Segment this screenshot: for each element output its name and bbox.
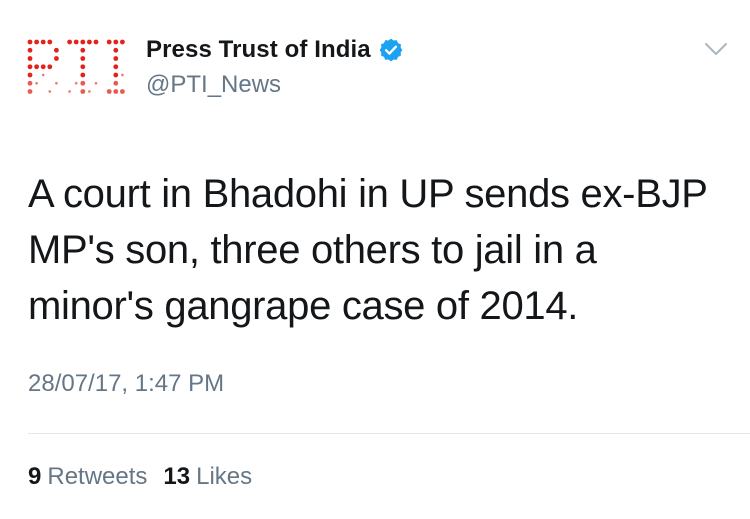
logo-dot (34, 64, 39, 70)
logo-dot (34, 39, 39, 45)
logo-dot (27, 89, 33, 94)
logo-dot (73, 39, 79, 45)
logo-dot (27, 39, 33, 45)
logo-dot (106, 89, 112, 94)
logo-dot (54, 56, 59, 61)
verified-badge-icon (379, 38, 403, 62)
likes-label[interactable]: Likes (196, 463, 252, 491)
logo-dot (80, 80, 86, 86)
logo-dot (113, 47, 119, 53)
retweets-label[interactable]: Retweets (47, 463, 147, 491)
logo-dot (27, 64, 33, 70)
logo-dot (35, 81, 38, 85)
stats-divider (28, 433, 750, 434)
logo-dot (40, 39, 46, 45)
tweet-stats: 9 Retweets 13 Likes (28, 463, 268, 491)
logo-dot (113, 80, 119, 86)
logo-dot (80, 64, 86, 70)
logo-dot (74, 81, 78, 85)
logo-dot (27, 56, 33, 61)
logo-dot (67, 39, 72, 45)
logo-dot (106, 39, 112, 45)
logo-dot (113, 72, 119, 78)
logo-dot (80, 72, 86, 78)
logo-dot (80, 89, 86, 94)
logo-dot (48, 90, 52, 93)
logo-dot (113, 89, 119, 94)
logo-dot (121, 73, 124, 77)
logo-dot (68, 90, 71, 93)
author-display-name[interactable]: Press Trust of India (146, 36, 371, 64)
logo-dot (47, 64, 53, 70)
logo-dot (113, 64, 119, 70)
author-handle[interactable]: @PTI_News (146, 71, 281, 99)
logo-dot (80, 56, 86, 61)
logo-dot (47, 39, 53, 45)
logo-dot (80, 47, 86, 53)
logo-dot (80, 39, 86, 45)
logo-dot (55, 81, 58, 85)
retweets-count[interactable]: 9 (28, 463, 41, 491)
logo-dot (54, 47, 59, 53)
logo-dot (120, 89, 125, 94)
tweet-text: A court in Bhadohi in UP sends ex-BJP MP… (28, 172, 707, 328)
logo-dot (93, 39, 99, 45)
logo-dot (27, 72, 33, 78)
logo-dot (113, 56, 119, 61)
logo-dot (87, 39, 92, 45)
logo-dot (27, 47, 33, 53)
logo-dot (40, 64, 46, 70)
logo-dot (88, 90, 91, 93)
logo-dot (41, 73, 45, 77)
tweet-card[interactable]: Press Trust of India @PTI_News A court i… (0, 0, 750, 519)
logo-dot (27, 80, 33, 86)
likes-count[interactable]: 13 (163, 463, 190, 491)
logo-dot (94, 81, 98, 85)
author-name-row[interactable]: Press Trust of India (146, 34, 404, 66)
tweet-timestamp[interactable]: 28/07/17, 1:47 PM (28, 370, 224, 398)
logo-dot (113, 39, 119, 45)
logo-dot (120, 39, 125, 45)
pti-logo-avatar[interactable] (26, 36, 128, 102)
chevron-down-icon[interactable] (702, 38, 730, 60)
